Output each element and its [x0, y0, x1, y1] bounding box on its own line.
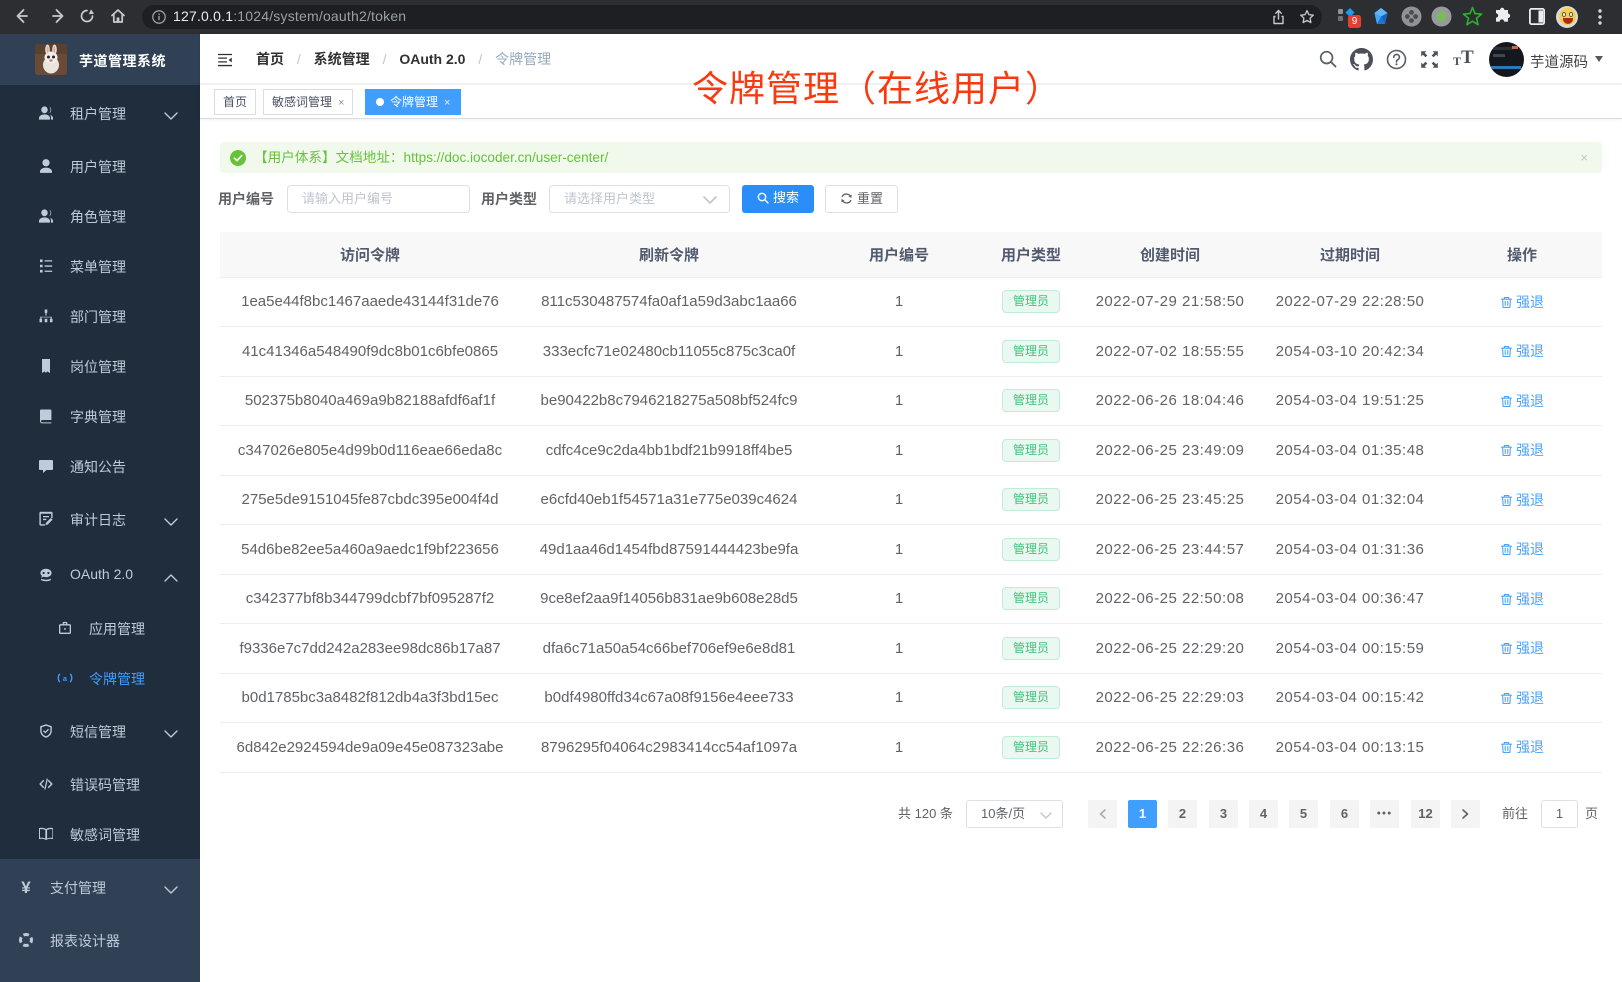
svg-text:¥: ¥ [21, 879, 31, 895]
svg-text:a: a [63, 674, 68, 683]
